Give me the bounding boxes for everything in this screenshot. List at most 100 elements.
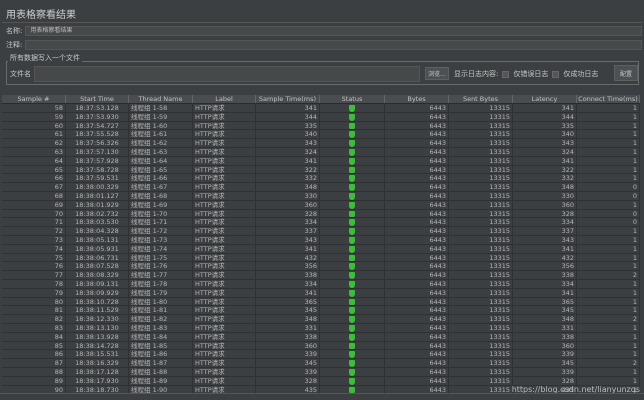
table-cell: 322	[256, 165, 320, 174]
success-shield-icon	[349, 113, 355, 121]
table-cell: 1	[577, 350, 640, 359]
column-header[interactable]: Start Time	[66, 95, 129, 103]
column-header[interactable]: Bytes	[385, 95, 449, 103]
table-cell: 线程组 1-68	[129, 191, 193, 200]
table-cell: 61	[2, 130, 66, 139]
filename-input[interactable]	[34, 66, 420, 82]
table-row[interactable]: 84 18:38:13.928 线程组 1-84 HTTP请求 338 6443 13315…	[2, 332, 640, 342]
table-row[interactable]: 78 18:38:09.131 线程组 1-78 HTTP请求 334 6443 13315…	[2, 279, 640, 289]
table-row[interactable]: 72 18:38:04.328 线程组 1-72 HTTP请求 337 6443 13315…	[2, 227, 640, 236]
table-row[interactable]: 86 18:38:15.531 线程组 1-86 HTTP请求 339 6443 13315…	[2, 350, 640, 360]
table-cell: 1	[577, 376, 640, 385]
table-cell: 18:37:53.930	[66, 112, 129, 121]
table-cell: 6443	[385, 147, 449, 156]
errors-only-checkbox[interactable]	[502, 70, 510, 78]
table-cell: 13315	[449, 104, 513, 112]
table-row[interactable]: 70 18:38:02.732 线程组 1-70 HTTP请求 328 6443 13315…	[2, 209, 640, 219]
table-row[interactable]: 61 18:37:55.528 线程组 1-61 HTTP请求 340 6443 13315…	[2, 130, 640, 140]
table-row[interactable]: 88 18:38:17.128 线程组 1-88 HTTP请求 339 6443 13315…	[2, 367, 640, 377]
browse-button[interactable]: 浏览...	[425, 67, 449, 80]
table-row[interactable]: 82 18:38:12.330 线程组 1-82 HTTP请求 348 6443 13315…	[2, 315, 640, 324]
table-cell: 1	[577, 367, 640, 376]
table-row[interactable]: 83 18:38:13.130 线程组 1-83 HTTP请求 331 6443 13315…	[2, 323, 640, 333]
table-row[interactable]: 66 18:37:59.531 线程组 1-66 HTTP请求 332 6443 13315…	[2, 174, 640, 184]
table-cell: 线程组 1-65	[129, 165, 193, 174]
success-shield-icon	[349, 228, 355, 235]
table-cell: 338	[256, 332, 320, 341]
table-row[interactable]: 67 18:38:00.329 线程组 1-67 HTTP请求 348 6443 13315…	[2, 183, 640, 192]
table-row[interactable]: 64 18:37:57.928 线程组 1-64 HTTP请求 341 6443 13315…	[2, 156, 640, 166]
table-cell: 13315	[449, 323, 513, 332]
table-row[interactable]: 71 18:38:03.530 线程组 1-71 HTTP请求 334 6443 13315…	[2, 218, 640, 228]
status-cell	[320, 165, 385, 174]
status-cell	[320, 297, 385, 306]
table-cell: 18:38:13.928	[66, 332, 129, 341]
table-row[interactable]: 58 18:37:53.128 线程组 1-58 HTTP请求 341 6443 13315…	[2, 104, 640, 113]
table-cell: HTTP请求	[193, 262, 256, 271]
table-cell: HTTP请求	[193, 323, 256, 332]
table-cell: 72	[2, 227, 66, 235]
table-row[interactable]: 74 18:38:05.931 线程组 1-74 HTTP请求 341 6443 13315…	[2, 244, 640, 254]
column-header[interactable]: Latency	[513, 95, 577, 103]
status-cell	[320, 218, 385, 227]
table-row[interactable]: 63 18:37:57.130 线程组 1-63 HTTP请求 324 6443 13315…	[2, 147, 640, 157]
name-input[interactable]: 用表格察看结果	[25, 26, 642, 36]
table-cell: 87	[2, 359, 66, 367]
table-row[interactable]: 85 18:38:14.728 线程组 1-85 HTTP请求 360 6443 13315…	[2, 341, 640, 351]
table-cell: 85	[2, 341, 66, 350]
table-row[interactable]: 60 18:37:54.727 线程组 1-60 HTTP请求 335 6443 13315…	[2, 121, 640, 131]
table-cell: 13315	[449, 315, 513, 323]
table-cell: 343	[256, 139, 320, 147]
name-row: 名称: 用表格察看结果	[6, 26, 642, 36]
table-cell: 线程组 1-88	[129, 367, 193, 376]
table-cell: 18:38:09.929	[66, 288, 129, 297]
table-cell: 6443	[385, 244, 449, 253]
table-cell: 2	[577, 271, 640, 279]
column-header[interactable]: Status	[320, 95, 385, 103]
table-cell: 343	[513, 139, 577, 147]
table-cell: 6443	[385, 112, 449, 121]
table-cell: 365	[513, 297, 577, 306]
table-row[interactable]: 77 18:38:08.329 线程组 1-77 HTTP请求 338 6443 13315…	[2, 271, 640, 280]
table-cell: 18:37:58.728	[66, 165, 129, 174]
table-row[interactable]: 59 18:37:53.930 线程组 1-59 HTTP请求 344 6443 13315…	[2, 112, 640, 122]
table-row[interactable]: 79 18:38:09.929 线程组 1-79 HTTP请求 341 6443 13315…	[2, 288, 640, 298]
horizontal-scrollbar[interactable]	[0, 393, 644, 400]
table-cell: 82	[2, 315, 66, 323]
table-row[interactable]: 65 18:37:58.728 线程组 1-65 HTTP请求 322 6443 13315…	[2, 165, 640, 175]
table-cell: HTTP请求	[193, 315, 256, 323]
table-row[interactable]: 80 18:38:10.728 线程组 1-80 HTTP请求 365 6443 13315…	[2, 297, 640, 307]
table-cell: 13315	[449, 297, 513, 306]
table-cell: 13315	[449, 112, 513, 121]
comment-input[interactable]	[25, 40, 642, 50]
column-header[interactable]: Connect Time(ms)	[577, 95, 640, 103]
table-cell: 1	[577, 165, 640, 174]
column-header[interactable]: Sample #	[2, 95, 66, 103]
column-header[interactable]: Sample Time(ms)	[256, 95, 320, 103]
success-only-checkbox[interactable]	[552, 70, 560, 78]
table-cell: 6443	[385, 130, 449, 139]
column-header[interactable]: Sent Bytes	[449, 95, 513, 103]
table-cell: 60	[2, 121, 66, 130]
status-cell	[320, 209, 385, 218]
table-row[interactable]: 69 18:38:01.929 线程组 1-69 HTTP请求 360 6443 13315…	[2, 200, 640, 210]
table-cell: 89	[2, 376, 66, 385]
table-row[interactable]: 68 18:38:01.127 线程组 1-68 HTTP请求 330 6443 13315…	[2, 191, 640, 201]
table-cell: 360	[513, 200, 577, 209]
table-row[interactable]: 81 18:38:11.529 线程组 1-81 HTTP请求 345 6443 13315…	[2, 306, 640, 316]
column-header[interactable]: Thread Name	[129, 95, 193, 103]
table-cell: 81	[2, 306, 66, 315]
table-row[interactable]: 62 18:37:56.326 线程组 1-62 HTTP请求 343 6443 13315…	[2, 139, 640, 148]
table-cell: 345	[513, 306, 577, 315]
table-cell: 339	[256, 367, 320, 376]
table-row[interactable]: 75 18:38:06.731 线程组 1-75 HTTP请求 432 6443 13315…	[2, 253, 640, 263]
table-cell: 0	[577, 218, 640, 227]
table-cell: 341	[256, 244, 320, 253]
column-header[interactable]: Label	[193, 95, 256, 103]
table-row[interactable]: 76 18:38:07.528 线程组 1-76 HTTP请求 356 6443 13315…	[2, 262, 640, 272]
table-row[interactable]: 73 18:38:05.131 线程组 1-73 HTTP请求 343 6443 13315…	[2, 235, 640, 245]
table-row[interactable]: 87 18:38:16.329 线程组 1-87 HTTP请求 345 6443 13315…	[2, 359, 640, 368]
configure-button[interactable]: 配置	[614, 65, 638, 81]
success-shield-icon	[349, 140, 355, 147]
table-cell: 6443	[385, 359, 449, 367]
